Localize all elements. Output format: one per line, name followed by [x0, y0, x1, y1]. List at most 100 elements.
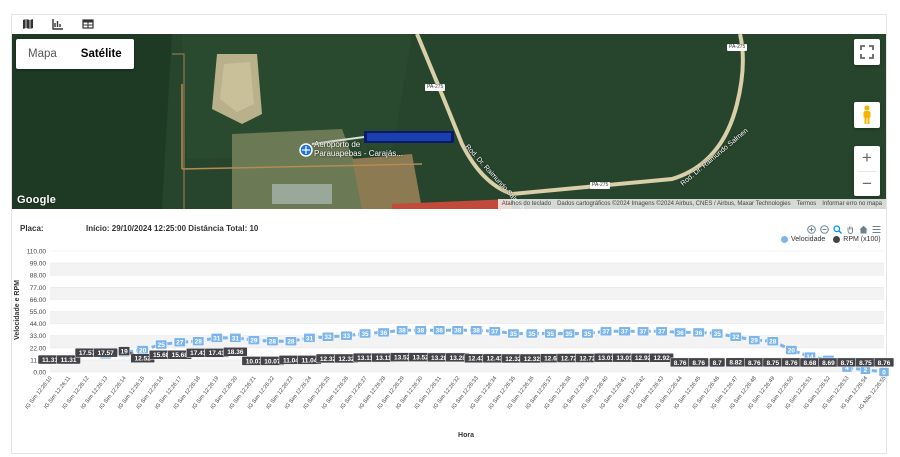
y-axis-title: Velocidade e RPM [14, 280, 21, 340]
rpm-data-label: 12.92 [635, 355, 652, 362]
rpm-data-label: 8.75 [859, 360, 872, 367]
rpm-data-label: 12.32 [320, 356, 337, 363]
y-tick-label: 55.00 [30, 309, 47, 316]
speed-data-label: 35 [547, 331, 555, 338]
speed-data-label: 37 [621, 329, 629, 336]
rpm-data-label: 8.75 [841, 360, 854, 367]
speed-data-label: 20 [788, 347, 796, 354]
rpm-data-label: 12.92 [653, 355, 670, 362]
speed-data-label: 36 [677, 330, 685, 337]
rpm-data-label: 11.31 [61, 357, 77, 364]
speed-data-label: 37 [658, 329, 666, 336]
rpm-data-label: 12.43 [468, 356, 485, 363]
rpm-data-label: 17.57 [79, 350, 96, 357]
speed-data-label: 29 [751, 338, 759, 345]
y-tick-label: 66.00 [30, 297, 47, 304]
rpm-data-label: 17.41 [209, 350, 226, 357]
speed-data-label: 37 [491, 329, 499, 336]
rpm-data-label: 13.28 [450, 355, 467, 362]
y-tick-label: 0.00 [33, 370, 46, 377]
grid-band [50, 275, 884, 288]
speed-data-label: 28 [287, 339, 295, 346]
rpm-data-label: 12.32 [505, 356, 522, 363]
speed-data-label: 38 [399, 328, 407, 335]
rpm-data-label: 13.11 [357, 355, 373, 362]
x-axis-title: Hora [458, 432, 474, 439]
grid-band [50, 311, 884, 324]
rpm-data-label: 8.82 [729, 360, 742, 367]
speed-data-label: 31 [306, 335, 314, 342]
speed-data-label: 38 [473, 328, 481, 335]
speed-data-label: 35 [361, 331, 369, 338]
x-axis: IG Sim 12:26:10IG Sim 12:26:11IG Sim 12:… [24, 376, 887, 412]
rpm-data-label: 10.07 [246, 358, 263, 365]
speed-data-label: 35 [584, 331, 592, 338]
speed-data-label: 36 [695, 330, 703, 337]
speed-data-label: 25 [158, 342, 166, 349]
speed-data-label: 31 [213, 335, 221, 342]
rpm-data-label: 8.76 [878, 360, 891, 367]
rpm-data-label: 18.36 [227, 349, 244, 356]
speed-data-label: 38 [436, 328, 444, 335]
rpm-data-label: 13.01 [598, 355, 615, 362]
rpm-data-label: 8.76 [692, 360, 705, 367]
rpm-data-label: 17.57 [97, 350, 114, 357]
grid-band [50, 299, 884, 312]
y-tick-label: 77.00 [30, 285, 47, 292]
rpm-data-label: 13.11 [376, 355, 392, 362]
rpm-data-label: 8.76 [674, 360, 687, 367]
speed-data-label: 0 [882, 369, 886, 376]
speed-data-label: 35 [510, 331, 518, 338]
grid-band [50, 287, 884, 300]
speed-data-label: 35 [565, 331, 573, 338]
rpm-data-label: 8.69 [822, 360, 835, 367]
grid-band [50, 263, 884, 276]
speed-data-label: 28 [195, 339, 203, 346]
rpm-data-label: 8.7 [713, 360, 722, 367]
speed-data-label: 27 [176, 340, 184, 347]
rpm-data-label: 19 [121, 349, 129, 356]
rpm-data-label: 17.41 [190, 350, 207, 357]
rpm-data-label: 12.32 [524, 356, 541, 363]
rpm-data-label: 8.76 [748, 360, 761, 367]
y-tick-label: 33.00 [30, 333, 47, 340]
rpm-data-label: 11.31 [42, 357, 58, 364]
rpm-data-label: 13.52 [413, 355, 430, 362]
speed-data-label: 28 [769, 339, 777, 346]
y-tick-label: 88.00 [30, 273, 47, 280]
rpm-data-label: 12.52 [135, 356, 152, 363]
rpm-data-label: 8.75 [766, 360, 779, 367]
rpm-data-label: 12.72 [561, 355, 578, 362]
speed-data-label: 28 [269, 339, 277, 346]
speed-data-label: 38 [454, 328, 462, 335]
y-tick-label: 110.00 [27, 249, 47, 256]
rpm-data-label: 12.6 [544, 356, 557, 363]
speed-data-label: 31 [232, 335, 240, 342]
rpm-data-label: 11.04 [302, 357, 318, 364]
grid-band [50, 251, 884, 264]
rpm-data-label: 8.68 [804, 360, 817, 367]
speed-data-label: 38 [417, 328, 425, 335]
speed-data-label: 36 [380, 330, 388, 337]
rpm-data-label: 10.07 [264, 358, 281, 365]
speed-data-label: 33 [343, 333, 351, 340]
speed-data-label: 37 [602, 329, 610, 336]
speed-rpm-chart: 0.0011.0022.0033.0044.0055.0066.0077.008… [14, 249, 895, 439]
speed-data-label: 37 [639, 329, 647, 336]
speed-data-label: 20 [139, 347, 147, 354]
rpm-data-label: 13.28 [431, 355, 448, 362]
speed-data-label: 32 [324, 334, 332, 341]
rpm-data-label: 15.68 [172, 352, 189, 359]
rpm-data-label: 12.72 [579, 355, 596, 362]
speed-data-label: 35 [714, 331, 722, 338]
rpm-data-label: 12.32 [338, 356, 355, 363]
rpm-data-label: 13.52 [394, 355, 411, 362]
speed-data-label: 2 [864, 367, 868, 374]
y-tick-label: 44.00 [30, 321, 47, 328]
speed-data-label: 32 [732, 334, 740, 341]
rpm-data-label: 12.43 [487, 356, 504, 363]
rpm-data-label: 15.68 [153, 352, 170, 359]
rpm-data-label: 13.01 [616, 355, 633, 362]
speed-data-label: 35 [528, 331, 536, 338]
y-tick-label: 22.00 [30, 345, 47, 352]
